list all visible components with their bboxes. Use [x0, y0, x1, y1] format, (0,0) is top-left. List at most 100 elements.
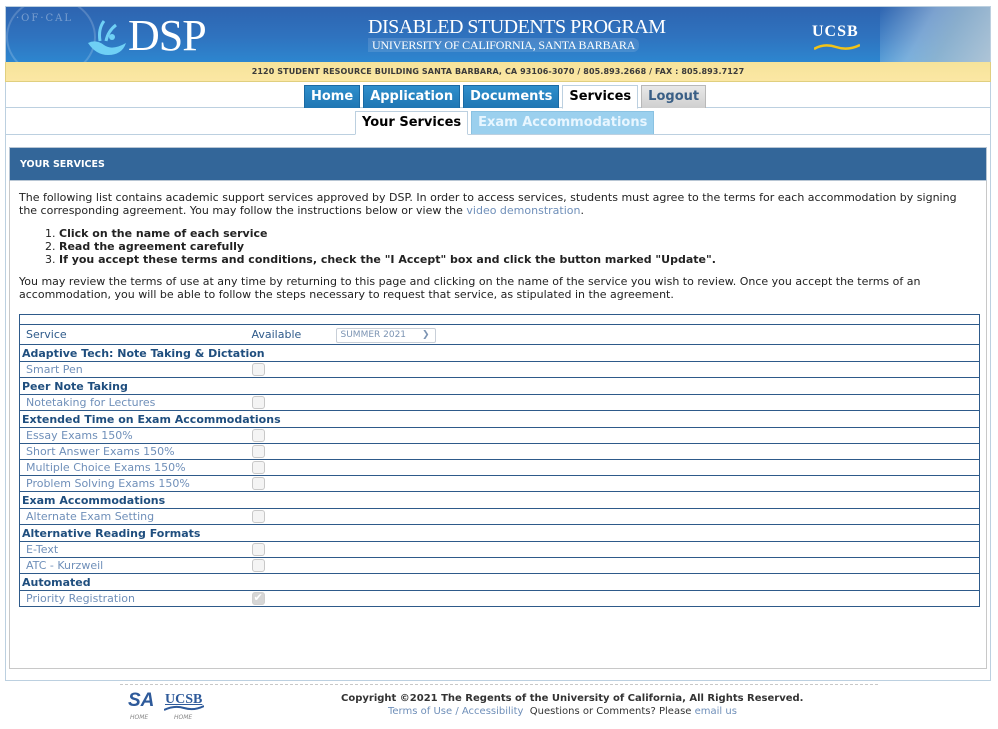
service-checkbox[interactable]	[251, 363, 265, 377]
dsp-hand-icon	[88, 20, 126, 55]
main-nav: Home Application Documents Services Logo…	[5, 82, 991, 109]
tab-logout[interactable]: Logout	[641, 85, 707, 108]
service-link[interactable]: Priority Registration	[26, 592, 135, 605]
empty-cell	[336, 476, 980, 492]
questions-text: Questions or Comments? Please	[523, 706, 695, 717]
dsp-logo[interactable]: DSP	[128, 11, 207, 61]
service-check-cell	[251, 362, 336, 378]
service-checkbox[interactable]	[251, 591, 265, 606]
service-check-cell	[251, 444, 336, 460]
tab-your-services[interactable]: Your Services	[355, 111, 469, 135]
service-row: Notetaking for Lectures	[19, 395, 980, 411]
service-checkbox[interactable]	[251, 445, 265, 459]
copyright-text: Copyright ©2021 The Regents of the Unive…	[341, 693, 804, 704]
service-name-cell: Multiple Choice Exams 150%	[20, 460, 252, 476]
step-item: If you accept these terms and conditions…	[59, 253, 977, 266]
sub-nav: Your Services Exam Accommodations	[5, 108, 991, 135]
empty-cell	[336, 460, 980, 476]
site-banner: ·OF·CAL DSP DISABLED STUDENTS PROGRAM UN…	[5, 6, 991, 62]
video-demonstration-link[interactable]: video demonstration	[466, 204, 580, 217]
service-row: E-Text	[19, 542, 980, 558]
category-row: Peer Note Taking	[19, 378, 980, 395]
tab-application[interactable]: Application	[363, 85, 461, 108]
service-check-cell	[251, 509, 336, 525]
sa-home-logo[interactable]: SA	[128, 690, 154, 712]
sa-home-label[interactable]: HOME	[130, 714, 148, 721]
service-link[interactable]: Problem Solving Exams 150%	[26, 477, 190, 490]
service-link[interactable]: Multiple Choice Exams 150%	[26, 461, 186, 474]
service-check-cell	[251, 591, 336, 607]
email-us-link[interactable]: email us	[695, 706, 737, 717]
chevron-down-icon: ❯	[421, 329, 430, 340]
service-row: ATC - Kurzweil	[19, 558, 980, 574]
service-checkbox[interactable]	[251, 510, 265, 524]
step-item: Read the agreement carefully	[59, 240, 977, 253]
service-check-cell	[251, 395, 336, 411]
category-row: Automated	[19, 574, 980, 591]
service-name-cell: ATC - Kurzweil	[20, 558, 252, 574]
service-name-cell: Alternate Exam Setting	[20, 509, 252, 525]
category-name: Peer Note Taking	[22, 379, 128, 393]
tab-documents[interactable]: Documents	[463, 85, 560, 108]
coastline-image	[880, 7, 990, 62]
term-select-cell: SUMMER 2021 ❯	[335, 325, 980, 345]
service-row: Short Answer Exams 150%	[19, 444, 980, 460]
tab-home[interactable]: Home	[304, 85, 361, 108]
ucsb-home-label[interactable]: HOME	[174, 714, 192, 721]
term-select-value: SUMMER 2021	[340, 329, 407, 340]
category-row: Adaptive Tech: Note Taking & Dictation	[19, 345, 980, 362]
service-link[interactable]: Essay Exams 150%	[26, 429, 133, 442]
service-name-cell: Smart Pen	[20, 362, 252, 378]
service-link[interactable]: Notetaking for Lectures	[26, 396, 155, 409]
intro-text-part2: .	[580, 204, 584, 217]
term-select[interactable]: SUMMER 2021 ❯	[335, 327, 436, 343]
link-separator: /	[452, 706, 462, 717]
terms-of-use-link[interactable]: Terms of Use	[388, 706, 452, 717]
section-body: The following list contains academic sup…	[9, 181, 987, 669]
program-subtitle: UNIVERSITY OF CALIFORNIA, SANTA BARBARA	[368, 38, 640, 52]
empty-cell	[336, 362, 980, 378]
service-checkbox[interactable]	[251, 461, 265, 475]
service-row: Priority Registration	[19, 591, 980, 607]
service-row: Problem Solving Exams 150%	[19, 476, 980, 492]
tab-exam-accommodations[interactable]: Exam Accommodations	[471, 111, 655, 134]
service-name-cell: E-Text	[20, 542, 252, 558]
services-table: Service Available SUMMER 2021 ❯ Adaptive …	[19, 314, 980, 607]
service-checkbox[interactable]	[251, 543, 265, 557]
empty-cell	[336, 428, 980, 444]
accessibility-link[interactable]: Accessibility	[462, 706, 524, 717]
service-check-cell	[251, 460, 336, 476]
main-content: YOUR SERVICES The following list contain…	[5, 135, 991, 681]
service-check-cell	[251, 428, 336, 444]
service-link[interactable]: Short Answer Exams 150%	[26, 445, 175, 458]
empty-cell	[336, 444, 980, 460]
service-row: Essay Exams 150%	[19, 428, 980, 444]
service-row: Multiple Choice Exams 150%	[19, 460, 980, 476]
service-checkbox[interactable]	[251, 477, 265, 491]
service-checkbox[interactable]	[251, 396, 265, 410]
service-check-cell	[251, 476, 336, 492]
empty-cell	[336, 558, 980, 574]
service-row: Alternate Exam Setting	[19, 509, 980, 525]
seal-text: ·OF·CAL	[16, 13, 74, 24]
service-name-cell: Essay Exams 150%	[20, 428, 252, 444]
category-name: Adaptive Tech: Note Taking & Dictation	[22, 346, 265, 360]
service-link[interactable]: Smart Pen	[26, 363, 83, 376]
section-title: YOUR SERVICES	[9, 147, 987, 181]
category-name: Extended Time on Exam Accommodations	[22, 412, 281, 426]
tab-services[interactable]: Services	[562, 85, 639, 109]
empty-cell	[336, 509, 980, 525]
footer-links: Terms of Use / Accessibility Questions o…	[388, 706, 737, 717]
category-name: Alternative Reading Formats	[22, 526, 201, 540]
category-row: Exam Accommodations	[19, 492, 980, 509]
instruction-steps: Click on the name of each service Read t…	[19, 227, 977, 266]
ucsb-logo[interactable]: UCSB	[812, 23, 859, 41]
service-checkbox[interactable]	[251, 429, 265, 443]
service-link[interactable]: ATC - Kurzweil	[26, 559, 103, 572]
category-row: Extended Time on Exam Accommodations	[19, 411, 980, 428]
page-wrapper: ·OF·CAL DSP DISABLED STUDENTS PROGRAM UN…	[5, 6, 991, 681]
service-link[interactable]: E-Text	[26, 543, 58, 556]
service-checkbox[interactable]	[251, 559, 265, 573]
service-link[interactable]: Alternate Exam Setting	[26, 510, 154, 523]
table-spacer-row	[19, 315, 980, 325]
